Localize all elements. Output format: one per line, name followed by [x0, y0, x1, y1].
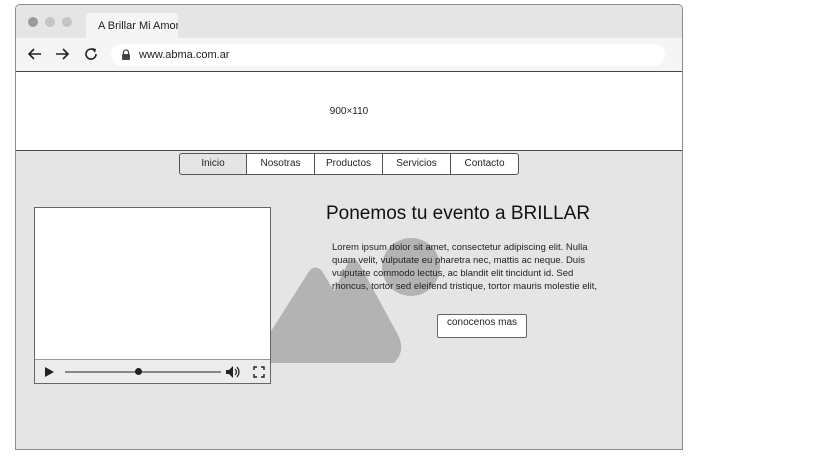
reload-icon[interactable]: [82, 45, 100, 63]
main-nav: Inicio Nosotras Productos Servicios Cont…: [179, 153, 519, 175]
hero-heading: Ponemos tu evento a BRILLAR: [326, 203, 591, 224]
banner-size-label: 900×110: [329, 106, 369, 117]
video-player[interactable]: [34, 207, 271, 384]
browser-tab[interactable]: A Brillar Mi Amor: [86, 13, 178, 39]
paragraph-line: Lorem ipsum dolor sit amet, consectetur …: [332, 242, 588, 253]
address-bar[interactable]: www.abma.com.ar: [111, 44, 665, 66]
play-icon[interactable]: [44, 366, 55, 378]
nav-item-servicios[interactable]: Servicios: [383, 153, 451, 175]
hero-paragraph: Lorem ipsum dolor sit amet, consectetur …: [332, 241, 630, 293]
fullscreen-icon[interactable]: [253, 366, 265, 378]
back-arrow-icon[interactable]: [26, 45, 44, 63]
browser-window: A Brillar Mi Amor www.abma.com.ar 900×11…: [15, 4, 683, 450]
seek-thumb[interactable]: [134, 368, 142, 375]
tab-title: A Brillar Mi Amor: [98, 20, 178, 32]
close-dot[interactable]: [28, 17, 38, 27]
browser-toolbar: www.abma.com.ar: [16, 38, 682, 71]
volume-icon[interactable]: [225, 365, 241, 379]
nav-item-nosotras[interactable]: Nosotras: [247, 153, 315, 175]
nav-item-productos[interactable]: Productos: [315, 153, 383, 175]
paragraph-line: vulputate commodo lectus, ac blandit eli…: [332, 268, 574, 279]
paragraph-line: rhoncus, tortor sed eleifend tristique, …: [332, 281, 598, 292]
url-text: www.abma.com.ar: [139, 49, 230, 61]
maximize-dot[interactable]: [62, 17, 72, 27]
nav-item-contacto[interactable]: Contacto: [451, 153, 519, 175]
title-bar: A Brillar Mi Amor: [16, 5, 682, 39]
paragraph-line: quam velit, vulputate eu pharetra nec, m…: [332, 255, 585, 266]
lock-icon: [122, 49, 130, 60]
nav-item-inicio[interactable]: Inicio: [179, 153, 247, 175]
minimize-dot[interactable]: [45, 17, 55, 27]
conocenos-button[interactable]: conocenos mas: [437, 314, 527, 338]
video-controls: [35, 359, 270, 383]
forward-arrow-icon[interactable]: [53, 45, 71, 63]
video-seek-bar[interactable]: [65, 371, 221, 373]
banner-placeholder: 900×110: [16, 71, 682, 151]
